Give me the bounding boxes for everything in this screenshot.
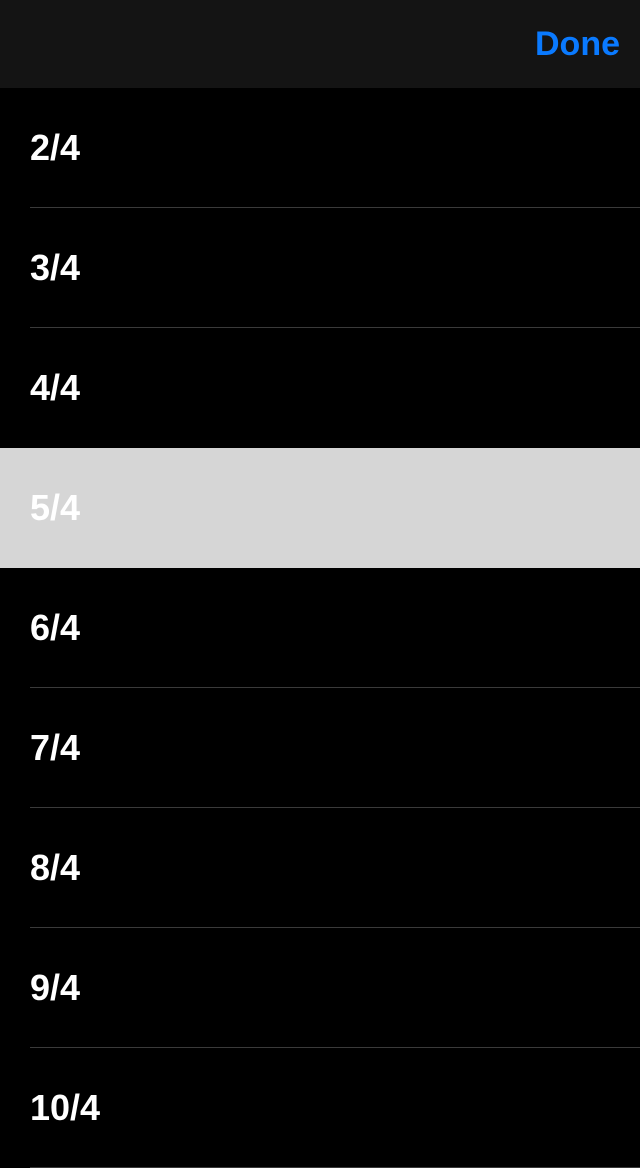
list-item-label: 9/4 [30, 967, 80, 1009]
list-item-label: 7/4 [30, 727, 80, 769]
time-signature-list: 2/4 3/4 4/4 5/4 6/4 7/4 8/4 9/4 10/4 [0, 88, 640, 1168]
list-item-label: 10/4 [30, 1087, 100, 1129]
done-button[interactable]: Done [535, 25, 620, 64]
list-item-label: 8/4 [30, 847, 80, 889]
list-item-selected[interactable]: 5/4 [0, 448, 640, 568]
list-item[interactable]: 4/4 [0, 328, 640, 448]
list-item[interactable]: 6/4 [0, 568, 640, 688]
list-item[interactable]: 10/4 [0, 1048, 640, 1168]
list-item-label: 5/4 [30, 487, 80, 529]
header-bar: Done [0, 0, 640, 88]
list-item[interactable]: 7/4 [0, 688, 640, 808]
list-item[interactable]: 8/4 [0, 808, 640, 928]
list-item-label: 3/4 [30, 247, 80, 289]
list-item-label: 6/4 [30, 607, 80, 649]
list-item[interactable]: 3/4 [0, 208, 640, 328]
list-item-label: 4/4 [30, 367, 80, 409]
list-item[interactable]: 2/4 [0, 88, 640, 208]
list-item-label: 2/4 [30, 127, 80, 169]
list-item[interactable]: 9/4 [0, 928, 640, 1048]
